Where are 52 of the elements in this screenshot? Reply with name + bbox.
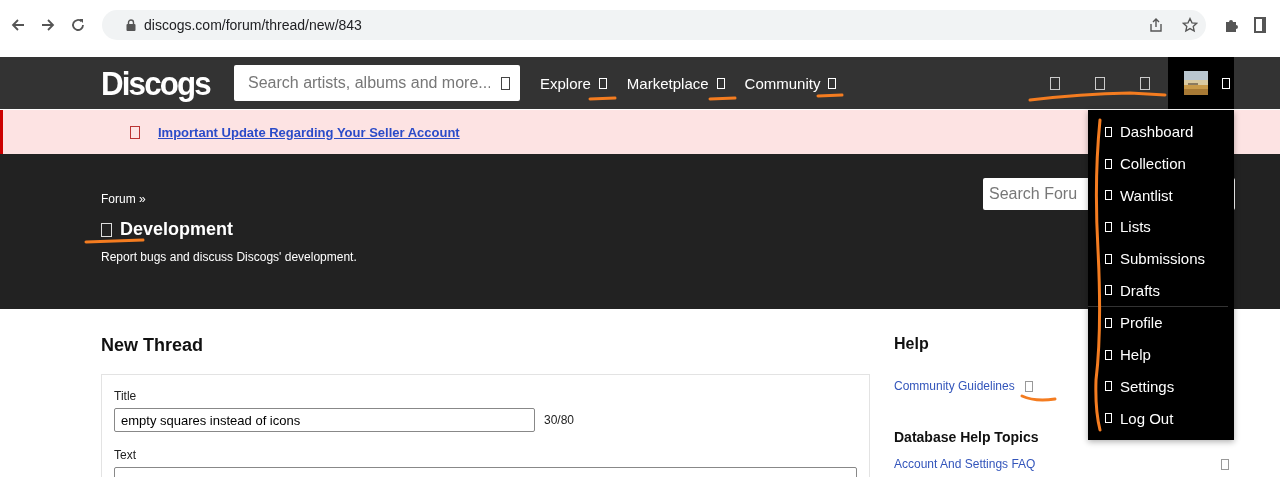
reload-icon[interactable] (70, 17, 86, 33)
nav-menu-link[interactable]: Community (744, 74, 837, 92)
sidebar-heading: Database Help Topics (894, 429, 1040, 445)
annotation-stroke (708, 96, 737, 101)
section-heading: New Thread (101, 335, 205, 356)
menu-item[interactable]: Collection (1088, 147, 1234, 180)
menu-item[interactable]: Submissions (1088, 242, 1234, 275)
annotation-stroke (588, 96, 617, 101)
share-icon[interactable] (1148, 17, 1164, 33)
discogs-logo[interactable]: Discogs (101, 63, 224, 103)
missing-glyph-icon[interactable] (1095, 76, 1105, 90)
nav-menu-link[interactable]: Marketplace (626, 74, 725, 92)
title-input[interactable]: empty squares instead of icons (114, 408, 535, 432)
help-link[interactable]: Community Guidelines (894, 379, 1015, 393)
missing-glyph-icon (101, 222, 112, 237)
missing-glyph-icon (1221, 458, 1229, 470)
missing-glyph-icon (501, 77, 510, 90)
nav-menu-link[interactable]: Explore (540, 74, 607, 92)
menu-item[interactable]: Dashboard (1088, 116, 1234, 148)
menu-item[interactable]: Wantlist (1088, 179, 1234, 212)
annotation-stroke (84, 238, 145, 244)
menu-item[interactable]: Lists (1088, 211, 1234, 243)
user-menu-button[interactable] (1168, 57, 1234, 109)
character-counter: 30/80 (544, 413, 575, 427)
help-topic-link[interactable]: Account And Settings FAQ (894, 457, 1036, 471)
star-icon[interactable] (1182, 17, 1198, 33)
address-bar[interactable]: discogs.com/forum/thread/new/843 (102, 10, 1206, 40)
menu-item[interactable]: Settings (1088, 370, 1234, 403)
alert-link[interactable]: Important Update Regarding Your Seller Account (158, 124, 460, 140)
url-text: discogs.com/forum/thread/new/843 (144, 17, 362, 33)
back-icon[interactable] (10, 17, 26, 33)
sidebar-heading: Help (894, 335, 930, 353)
missing-glyph-icon (1024, 380, 1033, 392)
field-label: Title (114, 389, 138, 403)
lock-icon (126, 19, 136, 31)
forum-title: Development (120, 219, 234, 240)
sidebar-icon[interactable] (1254, 17, 1266, 33)
annotation-stroke (816, 93, 844, 98)
missing-glyph-icon (130, 125, 140, 139)
breadcrumb-link[interactable]: Forum » (101, 192, 357, 206)
menu-item[interactable]: Profile (1088, 307, 1234, 339)
forward-icon[interactable] (40, 17, 56, 33)
missing-glyph-icon[interactable] (1050, 76, 1060, 90)
menu-item[interactable]: Drafts (1088, 274, 1234, 307)
annotation-stroke (1020, 394, 1057, 402)
menu-item[interactable]: Help (1088, 338, 1234, 371)
field-label: Text (114, 448, 137, 462)
forum-description: Report bugs and discuss Discogs' development. (101, 250, 357, 264)
menu-item[interactable]: Log Out (1088, 402, 1234, 434)
puzzle-icon[interactable] (1224, 17, 1240, 33)
search-field[interactable]: Search artists, albums and more... (234, 65, 520, 101)
missing-glyph-icon[interactable] (1140, 76, 1150, 90)
